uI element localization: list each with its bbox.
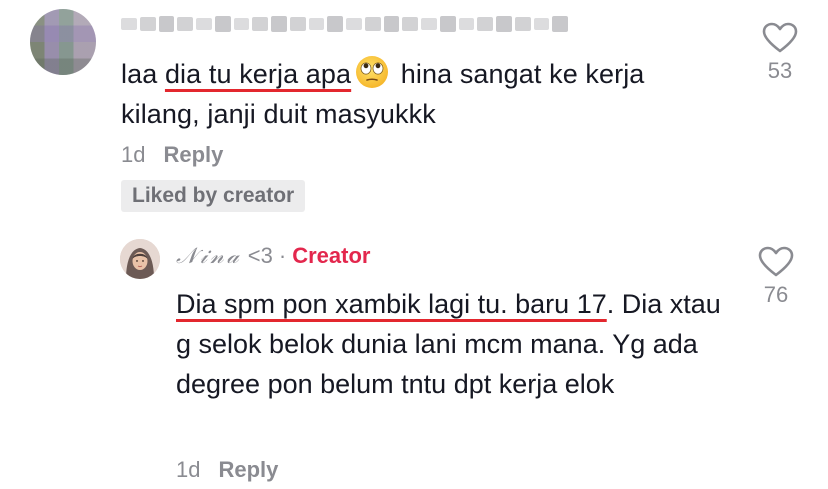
heart-icon[interactable] [758,246,794,278]
comment-time: 1d [121,142,146,167]
comment-text: laa dia tu kerja apa hina sangat ke kerj… [121,54,721,134]
reply-text: Dia spm pon xambik lagi tu. baru 17. Dia… [176,284,736,404]
comment-like[interactable]: 53 [750,22,810,84]
creator-username-suffix: <3 [247,243,273,268]
header-separator: · [278,243,287,268]
commenter-avatar[interactable] [30,9,96,75]
liked-by-creator-badge: Liked by creator [121,180,306,212]
eye-roll-emoji-icon [356,56,389,88]
hijab-portrait-icon [120,239,160,279]
reply-text-underlined: Dia spm pon xambik lagi tu. baru 17 [176,289,607,319]
commenter-username-redacted [121,13,568,35]
like-count: 76 [763,282,789,307]
reply-time: 1d [176,457,201,482]
reply-header: 𝒩𝒾𝓃𝒶 <3 · Creator [176,243,370,269]
reply-meta: 1d Reply [176,457,278,483]
creator-label: Creator [292,243,371,268]
reply-like[interactable]: 76 [746,246,806,308]
comment-meta: 1d Reply [121,142,223,168]
reply-button[interactable]: Reply [218,457,278,483]
comment-text-pre: laa [121,59,165,89]
reply-button[interactable]: Reply [163,142,223,168]
heart-icon[interactable] [762,22,798,54]
creator-avatar[interactable] [120,239,160,279]
creator-username[interactable]: 𝒩𝒾𝓃𝒶 [176,244,242,269]
comment-text-underlined: dia tu kerja apa [164,59,352,89]
like-count: 53 [767,58,793,83]
